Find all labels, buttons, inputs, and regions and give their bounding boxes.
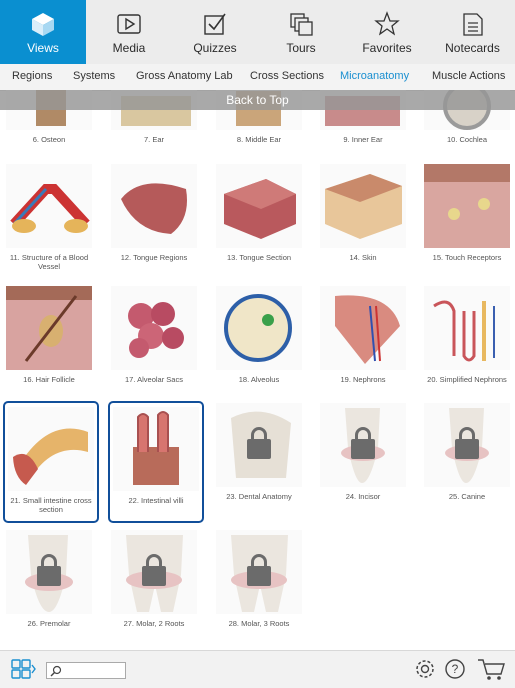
dental-anatomy-thumbnail <box>216 403 302 487</box>
tile-caption: 17. Alveolar Sacs <box>125 375 183 384</box>
tile-caption: 27. Molar, 2 Roots <box>123 619 185 628</box>
intestinal-villi-thumbnail <box>113 407 199 491</box>
lock-icon <box>142 554 166 586</box>
notecard-icon <box>462 13 483 36</box>
search-icon <box>50 665 62 677</box>
nephrons-thumbnail <box>320 286 406 370</box>
tile-caption: 10. Cochlea <box>446 135 488 144</box>
back-to-top-button[interactable]: Back to Top <box>0 90 515 110</box>
subnav-systems[interactable]: Systems <box>73 70 115 82</box>
tab-favorites[interactable]: Favorites <box>344 0 430 64</box>
thumbnail-tile-locked[interactable]: 27. Molar, 2 Roots <box>108 530 200 628</box>
cube-icon <box>32 13 54 36</box>
tongue-regions-thumbnail <box>111 164 197 248</box>
tile-caption: 11. Structure of a Blood Vessel <box>9 253 89 271</box>
thumbnail-tile-selected[interactable]: 22. Intestinal villi <box>108 401 204 523</box>
thumbnail-tile[interactable]: 20. Simplified Nephrons <box>421 286 513 384</box>
thumbnail-tile[interactable]: 17. Alveolar Sacs <box>108 286 200 384</box>
star-icon <box>374 11 400 36</box>
thumbnail-tile[interactable]: 12. Tongue Regions <box>108 164 200 262</box>
thumbnail-tile[interactable]: 19. Nephrons <box>317 286 409 384</box>
tile-caption: 23. Dental Anatomy <box>226 492 292 501</box>
tile-caption: 6. Osteon <box>32 135 66 144</box>
tab-tours[interactable]: Tours <box>258 0 344 64</box>
touch-receptors-thumbnail <box>424 164 510 248</box>
tab-quizzes[interactable]: Quizzes <box>172 0 258 64</box>
subnav-microanatomy[interactable]: Microanatomy <box>340 70 409 82</box>
thumbnail-tile[interactable]: 13. Tongue Section <box>213 164 305 262</box>
thumbnail-tile[interactable]: 18. Alveolus <box>213 286 305 384</box>
thumbnail-tile[interactable]: 11. Structure of a Blood Vessel <box>3 164 95 271</box>
lock-icon <box>247 427 271 459</box>
subnav-regions[interactable]: Regions <box>12 70 52 82</box>
lock-icon <box>247 554 271 586</box>
thumbnail-grid: 6. Osteon 7. Ear 8. Middle Ear 9. Inner … <box>0 90 515 650</box>
tile-caption: 16. Hair Follicle <box>23 375 75 384</box>
tile-caption: 15. Touch Receptors <box>432 253 502 262</box>
bottom-toolbar: ? <box>0 650 515 688</box>
tile-caption: 21. Small intestine cross section <box>10 496 92 514</box>
grid-view-icon[interactable] <box>10 657 36 681</box>
tile-caption: 18. Alveolus <box>238 375 280 384</box>
search-input[interactable] <box>46 662 126 679</box>
tile-caption: 13. Tongue Section <box>226 253 292 262</box>
help-icon[interactable]: ? <box>442 657 468 681</box>
subnav-muscle-actions[interactable]: Muscle Actions <box>432 70 505 82</box>
blood-vessel-thumbnail <box>6 164 92 248</box>
thumbnail-tile-locked[interactable]: 24. Incisor <box>317 403 409 501</box>
lock-icon <box>37 554 61 586</box>
tile-caption: 14. Skin <box>349 253 377 262</box>
tongue-section-thumbnail <box>216 164 302 248</box>
thumbnail-tile[interactable]: 16. Hair Follicle <box>3 286 95 384</box>
tab-views[interactable]: Views <box>0 0 86 64</box>
tile-caption: 25. Canine <box>448 492 486 501</box>
tile-caption: 9. Inner Ear <box>343 135 383 144</box>
thumbnail-tile-locked[interactable]: 28. Molar, 3 Roots <box>213 530 305 628</box>
tile-caption: 22. Intestinal villi <box>128 496 184 505</box>
play-icon <box>117 14 141 34</box>
svg-text:?: ? <box>452 662 459 676</box>
molar-3-roots-thumbnail <box>216 530 302 614</box>
thumbnail-tile[interactable]: 14. Skin <box>317 164 409 262</box>
thumbnail-tile-selected[interactable]: 21. Small intestine cross section <box>3 401 99 523</box>
tile-caption: 20. Simplified Nephrons <box>427 375 507 384</box>
tile-caption: 28. Molar, 3 Roots <box>228 619 290 628</box>
tile-caption: 24. Incisor <box>345 492 381 501</box>
thumbnail-tile-locked[interactable]: 25. Canine <box>421 403 513 501</box>
incisor-thumbnail <box>320 403 406 487</box>
subnav-gross-anatomy-lab[interactable]: Gross Anatomy Lab <box>136 70 233 82</box>
lock-icon <box>455 427 479 459</box>
top-tab-bar: Views Media Quizzes Tours Favorites Note… <box>0 0 515 64</box>
cart-icon[interactable] <box>476 657 506 681</box>
tile-caption: 8. Middle Ear <box>236 135 282 144</box>
tab-notecards[interactable]: Notecards <box>430 0 515 64</box>
thumbnail-tile[interactable]: 15. Touch Receptors <box>421 164 513 262</box>
tab-media[interactable]: Media <box>86 0 172 64</box>
tile-caption: 26. Premolar <box>27 619 71 628</box>
alveolus-thumbnail <box>216 286 302 370</box>
tile-caption: 12. Tongue Regions <box>120 253 188 262</box>
simplified-nephrons-thumbnail <box>424 286 510 370</box>
sub-navigation: Regions Systems Gross Anatomy Lab Cross … <box>0 64 515 91</box>
checkbox-icon <box>204 13 226 35</box>
skin-thumbnail <box>320 164 406 248</box>
tile-caption: 19. Nephrons <box>340 375 386 384</box>
alveolar-sacs-thumbnail <box>111 286 197 370</box>
hair-follicle-thumbnail <box>6 286 92 370</box>
molar-2-roots-thumbnail <box>111 530 197 614</box>
tile-caption: 7. Ear <box>143 135 164 144</box>
lock-icon <box>351 427 375 459</box>
stack-icon <box>290 13 313 36</box>
premolar-thumbnail <box>6 530 92 614</box>
thumbnail-tile-locked[interactable]: 23. Dental Anatomy <box>213 403 305 501</box>
subnav-cross-sections[interactable]: Cross Sections <box>250 70 324 82</box>
small-intestine-thumbnail <box>8 407 94 491</box>
gear-icon[interactable] <box>412 657 438 681</box>
thumbnail-tile-locked[interactable]: 26. Premolar <box>3 530 95 628</box>
canine-thumbnail <box>424 403 510 487</box>
